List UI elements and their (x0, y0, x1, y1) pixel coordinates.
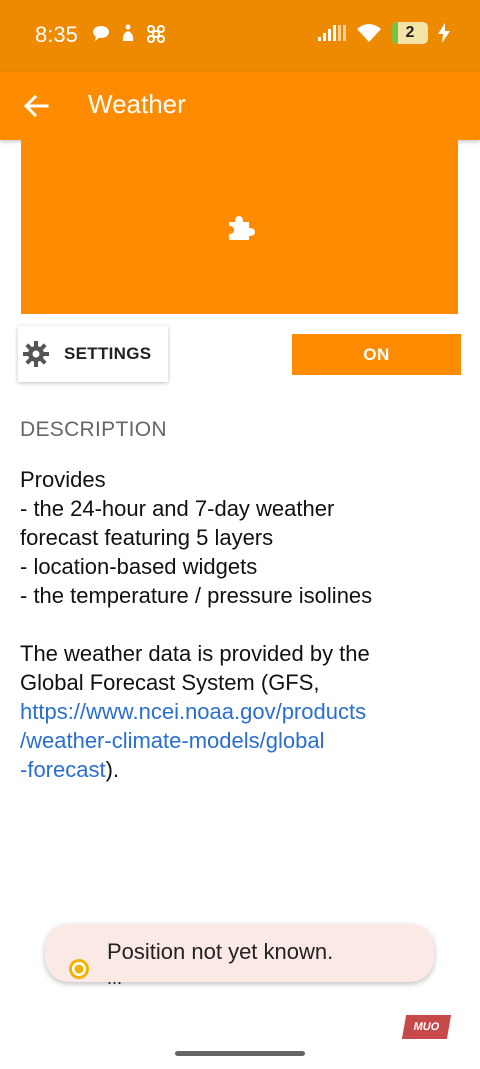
settings-button[interactable]: SETTINGS (18, 326, 168, 382)
puzzle-icon (228, 216, 255, 240)
pinwheel-icon (147, 25, 165, 43)
watermark-logo: MUO (401, 1015, 452, 1039)
settings-label: SETTINGS (64, 344, 152, 363)
plugin-banner (21, 140, 458, 314)
description-body: Provides - the 24-hour and 7-day weather… (20, 465, 460, 784)
charging-icon (438, 23, 450, 43)
description-line: - the 24-hour and 7-day weather (20, 496, 335, 521)
accessibility-icon (122, 24, 134, 41)
home-indicator[interactable] (175, 1051, 305, 1056)
gfs-link[interactable]: https://www.ncei.noaa.gov/products (20, 697, 460, 726)
status-bar: 8:35 2 (0, 0, 480, 72)
toast-detail: ... (107, 968, 123, 988)
description-line: - location-based widgets (20, 554, 258, 579)
source-text: The weather data is provided by the (20, 641, 370, 666)
toast-message: Position not yet known. (107, 939, 334, 964)
enable-toggle-button[interactable]: ON (292, 334, 461, 375)
back-arrow-icon[interactable] (20, 90, 52, 122)
system-icons: 2 (318, 22, 450, 44)
page-title: Weather (88, 89, 186, 119)
battery-icon: 2 (392, 22, 428, 44)
description-heading: DESCRIPTION (20, 418, 167, 441)
description-line: forecast featuring 5 layers (20, 525, 274, 550)
description-line: Provides (20, 467, 106, 492)
gfs-link[interactable]: /weather-climate-models/global (20, 726, 460, 755)
location-pin-icon (69, 959, 89, 979)
gear-icon (23, 341, 49, 367)
notification-icons (92, 24, 166, 44)
signal-icon (318, 25, 346, 41)
battery-level: 2 (405, 24, 415, 41)
wifi-icon (357, 24, 381, 42)
gfs-link[interactable]: -forecast (20, 757, 106, 782)
status-time: 8:35 (35, 22, 78, 47)
position-toast: Position not yet known. ... (45, 924, 434, 988)
link-closing: ). (105, 757, 120, 782)
chat-icon (93, 26, 109, 41)
source-text: Global Forecast System (GFS, (20, 670, 320, 695)
app-bar: Weather (0, 72, 480, 140)
description-line: - the temperature / pressure isolines (20, 583, 373, 608)
